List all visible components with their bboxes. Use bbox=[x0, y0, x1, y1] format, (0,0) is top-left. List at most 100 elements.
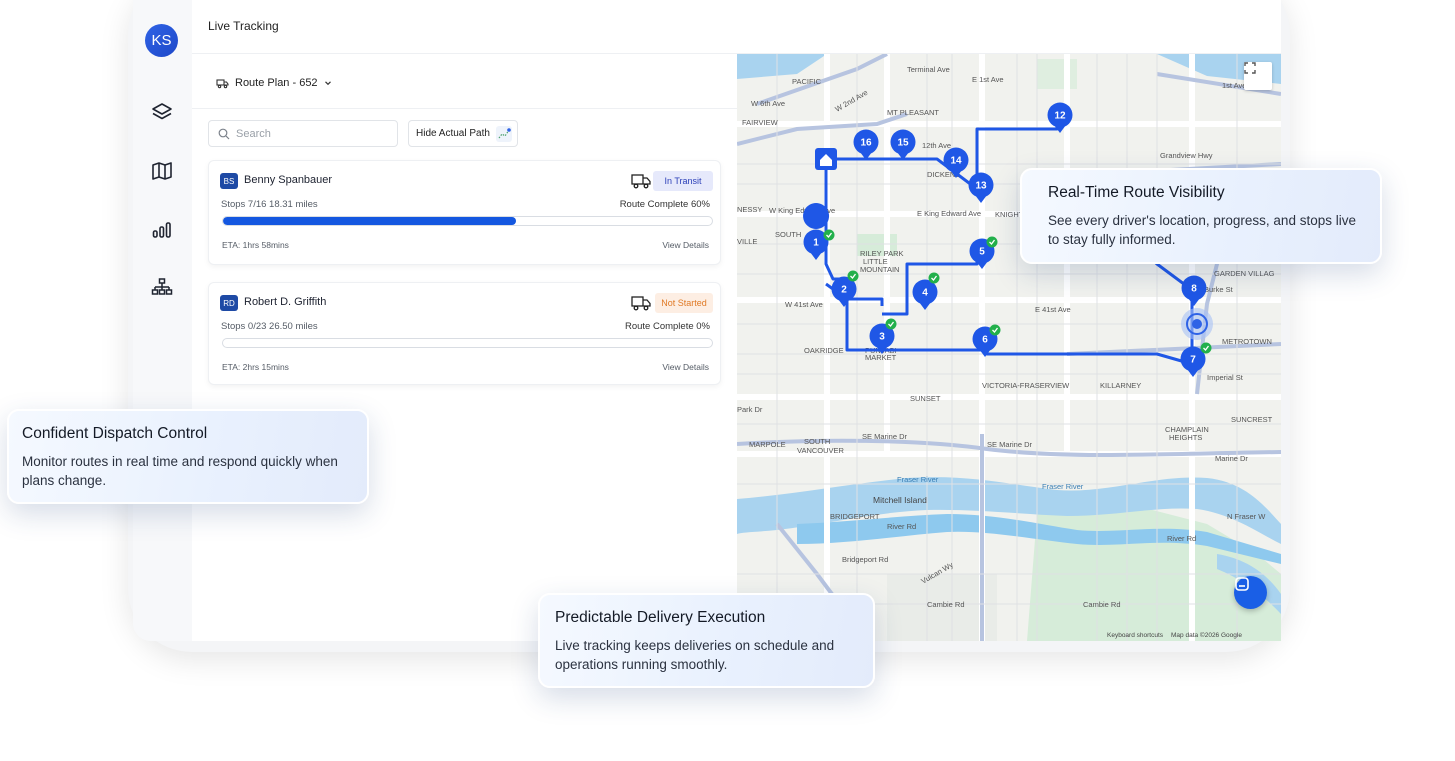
map-label: Park Dr bbox=[737, 405, 763, 414]
view-details-link[interactable]: View Details bbox=[662, 362, 709, 372]
hierarchy-icon[interactable] bbox=[150, 276, 174, 300]
map-label: Imperial St bbox=[1207, 373, 1244, 382]
completed-check-icon bbox=[989, 324, 1001, 336]
stop-number: 2 bbox=[841, 285, 847, 296]
completed-check-icon bbox=[823, 229, 835, 241]
map-label: Cambie Rd bbox=[1083, 600, 1121, 609]
stop-number: 5 bbox=[979, 247, 985, 258]
completed-check-icon bbox=[986, 236, 998, 248]
hide-actual-path-label: Hide Actual Path bbox=[416, 128, 490, 139]
stop-number: 1 bbox=[813, 238, 819, 249]
route-plan-dropdown[interactable]: Route Plan - 652 bbox=[216, 74, 332, 92]
hide-actual-path-button[interactable]: Hide Actual Path bbox=[408, 120, 518, 147]
completed-check-icon bbox=[1200, 342, 1212, 354]
driver-card[interactable]: BS Benny Spanbauer In Transit Stops 7/16… bbox=[208, 160, 721, 265]
search-box[interactable] bbox=[208, 120, 398, 147]
map-label: MARKET bbox=[865, 353, 897, 362]
map-label: Fraser River bbox=[1042, 482, 1084, 491]
map-label: E King Edward Ave bbox=[917, 209, 981, 218]
user-avatar[interactable]: KS bbox=[145, 24, 178, 57]
route-plan-label: Route Plan - 652 bbox=[235, 77, 318, 89]
sidebar-rail: KS bbox=[133, 0, 192, 641]
main-area: Live Tracking Route Plan - 652 Hide Actu… bbox=[192, 0, 1281, 641]
drivers-panel: Route Plan - 652 Hide Actual Path BS Be bbox=[192, 54, 737, 641]
callout-title: Real-Time Route Visibility bbox=[1048, 184, 1225, 201]
callout-title: Confident Dispatch Control bbox=[22, 425, 208, 442]
map-label: Mitchell Island bbox=[873, 495, 927, 505]
stop-number: 8 bbox=[1191, 284, 1197, 295]
progress-fill bbox=[223, 217, 517, 225]
map-label: MT PLEASANT bbox=[887, 108, 939, 117]
map-label: HEIGHTS bbox=[1169, 433, 1202, 442]
fullscreen-icon bbox=[1244, 62, 1256, 74]
map-label: River Rd bbox=[1167, 534, 1196, 543]
panel-divider bbox=[192, 108, 737, 109]
completed-check-icon bbox=[885, 318, 897, 330]
eta-text: ETA: 1hrs 58mins bbox=[222, 240, 289, 250]
search-icon bbox=[218, 128, 230, 139]
stop-number: 13 bbox=[975, 181, 987, 192]
map-label: SUNCREST bbox=[1231, 415, 1273, 424]
map-label: W 41st Ave bbox=[785, 300, 823, 309]
map-label: Marine Dr bbox=[1215, 454, 1248, 463]
keyboard-shortcuts-link[interactable]: Keyboard shortcuts bbox=[1107, 632, 1163, 639]
path-toggle-icon bbox=[495, 125, 512, 142]
map-label: Terminal Ave bbox=[907, 65, 950, 74]
map-label: Grandview Hwy bbox=[1160, 151, 1213, 160]
driver-card[interactable]: RD Robert D. Griffith Not Started Stops … bbox=[208, 282, 721, 385]
progress-bar bbox=[222, 338, 713, 348]
status-badge: Not Started bbox=[655, 293, 713, 313]
map-label: VILLE bbox=[737, 237, 757, 246]
map-label: GARDEN VILLAG bbox=[1214, 269, 1275, 278]
map-label: Burke St bbox=[1204, 285, 1234, 294]
map-label: River Rd bbox=[887, 522, 916, 531]
map-canvas: PACIFIC Terminal Ave E 1st Ave 1st Ave W… bbox=[737, 54, 1281, 641]
top-bar: Live Tracking bbox=[192, 0, 1281, 54]
eta-text: ETA: 2hrs 15mins bbox=[222, 362, 289, 372]
stop-number: 14 bbox=[950, 156, 962, 167]
callout-delivery-execution: Predictable Delivery Execution Live trac… bbox=[538, 593, 875, 688]
callout-description: Monitor routes in real time and respond … bbox=[22, 454, 338, 488]
route-map[interactable]: PACIFIC Terminal Ave E 1st Ave 1st Ave W… bbox=[737, 54, 1281, 641]
map-label: BRIDGEPORT bbox=[830, 512, 880, 521]
map-icon[interactable] bbox=[150, 159, 174, 183]
map-data-credit: Map data ©2026 Google bbox=[1171, 632, 1242, 639]
stop-number: 16 bbox=[860, 138, 872, 149]
map-label: N Fraser W bbox=[1227, 512, 1266, 521]
chevron-down-icon bbox=[324, 81, 331, 86]
chat-button[interactable] bbox=[1234, 576, 1267, 609]
progress-bar bbox=[222, 216, 713, 226]
stop-number: 15 bbox=[897, 138, 909, 149]
map-label: 12th Ave bbox=[922, 141, 951, 150]
page-title: Live Tracking bbox=[208, 19, 279, 33]
map-label: VANCOUVER bbox=[797, 446, 845, 455]
analytics-icon[interactable] bbox=[150, 218, 174, 242]
map-label: Fraser River bbox=[897, 475, 939, 484]
fullscreen-button[interactable] bbox=[1244, 62, 1272, 90]
vehicle-location-marker bbox=[1181, 308, 1213, 340]
map-label: Bridgeport Rd bbox=[842, 555, 888, 564]
driver-initials-badge: RD bbox=[220, 295, 238, 311]
stop-number: 6 bbox=[982, 335, 988, 346]
callout-description: See every driver's location, progress, a… bbox=[1048, 213, 1356, 247]
map-label: NESSY bbox=[737, 205, 762, 214]
map-label: KILLARNEY bbox=[1100, 381, 1141, 390]
completed-check-icon bbox=[847, 270, 859, 282]
map-label: SUNSET bbox=[910, 394, 941, 403]
view-details-link[interactable]: View Details bbox=[662, 240, 709, 250]
callout-route-visibility: Real-Time Route Visibility See every dri… bbox=[1020, 168, 1382, 264]
layers-icon[interactable] bbox=[150, 101, 174, 125]
driver-initials-badge: BS bbox=[220, 173, 238, 189]
callout-description: Live tracking keeps deliveries on schedu… bbox=[555, 638, 835, 672]
stops-summary: Stops 7/16 18.31 miles bbox=[221, 199, 318, 210]
map-label: Cambie Rd bbox=[927, 600, 965, 609]
depot-home-marker[interactable] bbox=[815, 148, 837, 170]
app-screen: KS Live Tracking Route Plan - 652 Search… bbox=[133, 0, 1281, 641]
route-complete-text: Route Complete 0% bbox=[624, 321, 710, 332]
truck-icon bbox=[631, 174, 651, 189]
status-badge: In Transit bbox=[653, 171, 713, 191]
search-input[interactable] bbox=[236, 127, 386, 140]
map-label: MOUNTAIN bbox=[860, 265, 899, 274]
map-label: SE Marine Dr bbox=[987, 440, 1033, 449]
map-label: SOUTH bbox=[804, 437, 830, 446]
